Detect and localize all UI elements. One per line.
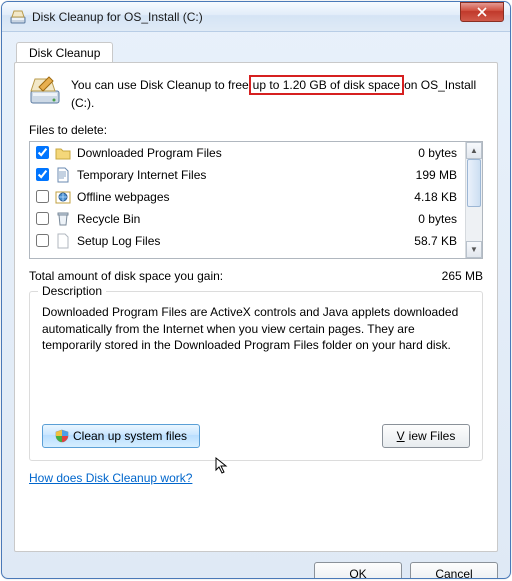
list-item[interactable]: Temporary Internet Files199 MB: [30, 164, 465, 186]
close-button[interactable]: [460, 2, 504, 22]
dialog-button-row: OK Cancel: [14, 562, 498, 579]
file-name: Downloaded Program Files: [77, 146, 391, 160]
scrollbar[interactable]: ▲ ▼: [465, 142, 482, 258]
file-name: Offline webpages: [77, 190, 391, 204]
tab-panel: You can use Disk Cleanup to free up to 1…: [14, 62, 498, 552]
intro-row: You can use Disk Cleanup to free up to 1…: [29, 75, 483, 111]
total-row: Total amount of disk space you gain: 265…: [29, 269, 483, 283]
intro-text: You can use Disk Cleanup to free up to 1…: [71, 75, 483, 111]
drive-cleanup-icon: [10, 9, 26, 25]
view-files-label-u: V: [397, 429, 405, 443]
list-item[interactable]: Recycle Bin0 bytes: [30, 208, 465, 230]
file-size: 0 bytes: [391, 146, 461, 160]
description-group: Description Downloaded Program Files are…: [29, 291, 483, 461]
total-label: Total amount of disk space you gain:: [29, 269, 442, 283]
scroll-down-button[interactable]: ▼: [466, 241, 482, 258]
window-frame: Disk Cleanup for OS_Install (C:) Disk Cl…: [1, 1, 511, 579]
file-checkbox[interactable]: [36, 212, 49, 225]
file-size: 0 bytes: [391, 212, 461, 226]
cancel-button[interactable]: Cancel: [410, 562, 498, 579]
client-area: Disk Cleanup: [2, 32, 510, 579]
scroll-up-button[interactable]: ▲: [466, 142, 482, 159]
list-item[interactable]: Downloaded Program Files0 bytes: [30, 142, 465, 164]
intro-highlight: up to 1.20 GB of disk space: [249, 75, 404, 95]
help-link[interactable]: How does Disk Cleanup work?: [29, 471, 192, 485]
file-type-icon: [55, 189, 71, 205]
file-size: 58.7 KB: [391, 234, 461, 248]
list-item[interactable]: Offline webpages4.18 KB: [30, 186, 465, 208]
file-type-icon: [55, 233, 71, 249]
file-size: 199 MB: [391, 168, 461, 182]
intro-prefix: You can use Disk Cleanup to free: [71, 78, 249, 92]
view-files-button[interactable]: View Files: [382, 424, 470, 448]
file-type-icon: [55, 145, 71, 161]
file-name: Temporary Internet Files: [77, 168, 391, 182]
description-text: Downloaded Program Files are ActiveX con…: [42, 304, 470, 353]
file-checkbox[interactable]: [36, 234, 49, 247]
total-value: 265 MB: [442, 269, 483, 283]
clean-system-files-label: Clean up system files: [73, 429, 187, 443]
file-size: 4.18 KB: [391, 190, 461, 204]
scroll-thumb[interactable]: [467, 159, 481, 207]
file-checkbox[interactable]: [36, 146, 49, 159]
drive-brush-icon: [29, 75, 61, 107]
file-list: Downloaded Program Files0 bytesTemporary…: [29, 141, 483, 259]
file-type-icon: [55, 211, 71, 227]
description-title: Description: [38, 284, 106, 298]
file-type-icon: [55, 167, 71, 183]
ok-button[interactable]: OK: [314, 562, 402, 579]
list-item[interactable]: Setup Log Files58.7 KB: [30, 230, 465, 252]
files-to-delete-label: Files to delete:: [29, 123, 483, 137]
file-name: Setup Log Files: [77, 234, 391, 248]
file-name: Recycle Bin: [77, 212, 391, 226]
scroll-track[interactable]: [466, 159, 482, 241]
titlebar[interactable]: Disk Cleanup for OS_Install (C:): [2, 2, 510, 32]
window-title: Disk Cleanup for OS_Install (C:): [32, 10, 460, 24]
view-files-label: iew Files: [409, 429, 456, 443]
shield-icon: [55, 429, 69, 443]
tab-disk-cleanup[interactable]: Disk Cleanup: [16, 42, 113, 64]
file-checkbox[interactable]: [36, 190, 49, 203]
file-checkbox[interactable]: [36, 168, 49, 181]
clean-system-files-button[interactable]: Clean up system files: [42, 424, 200, 448]
